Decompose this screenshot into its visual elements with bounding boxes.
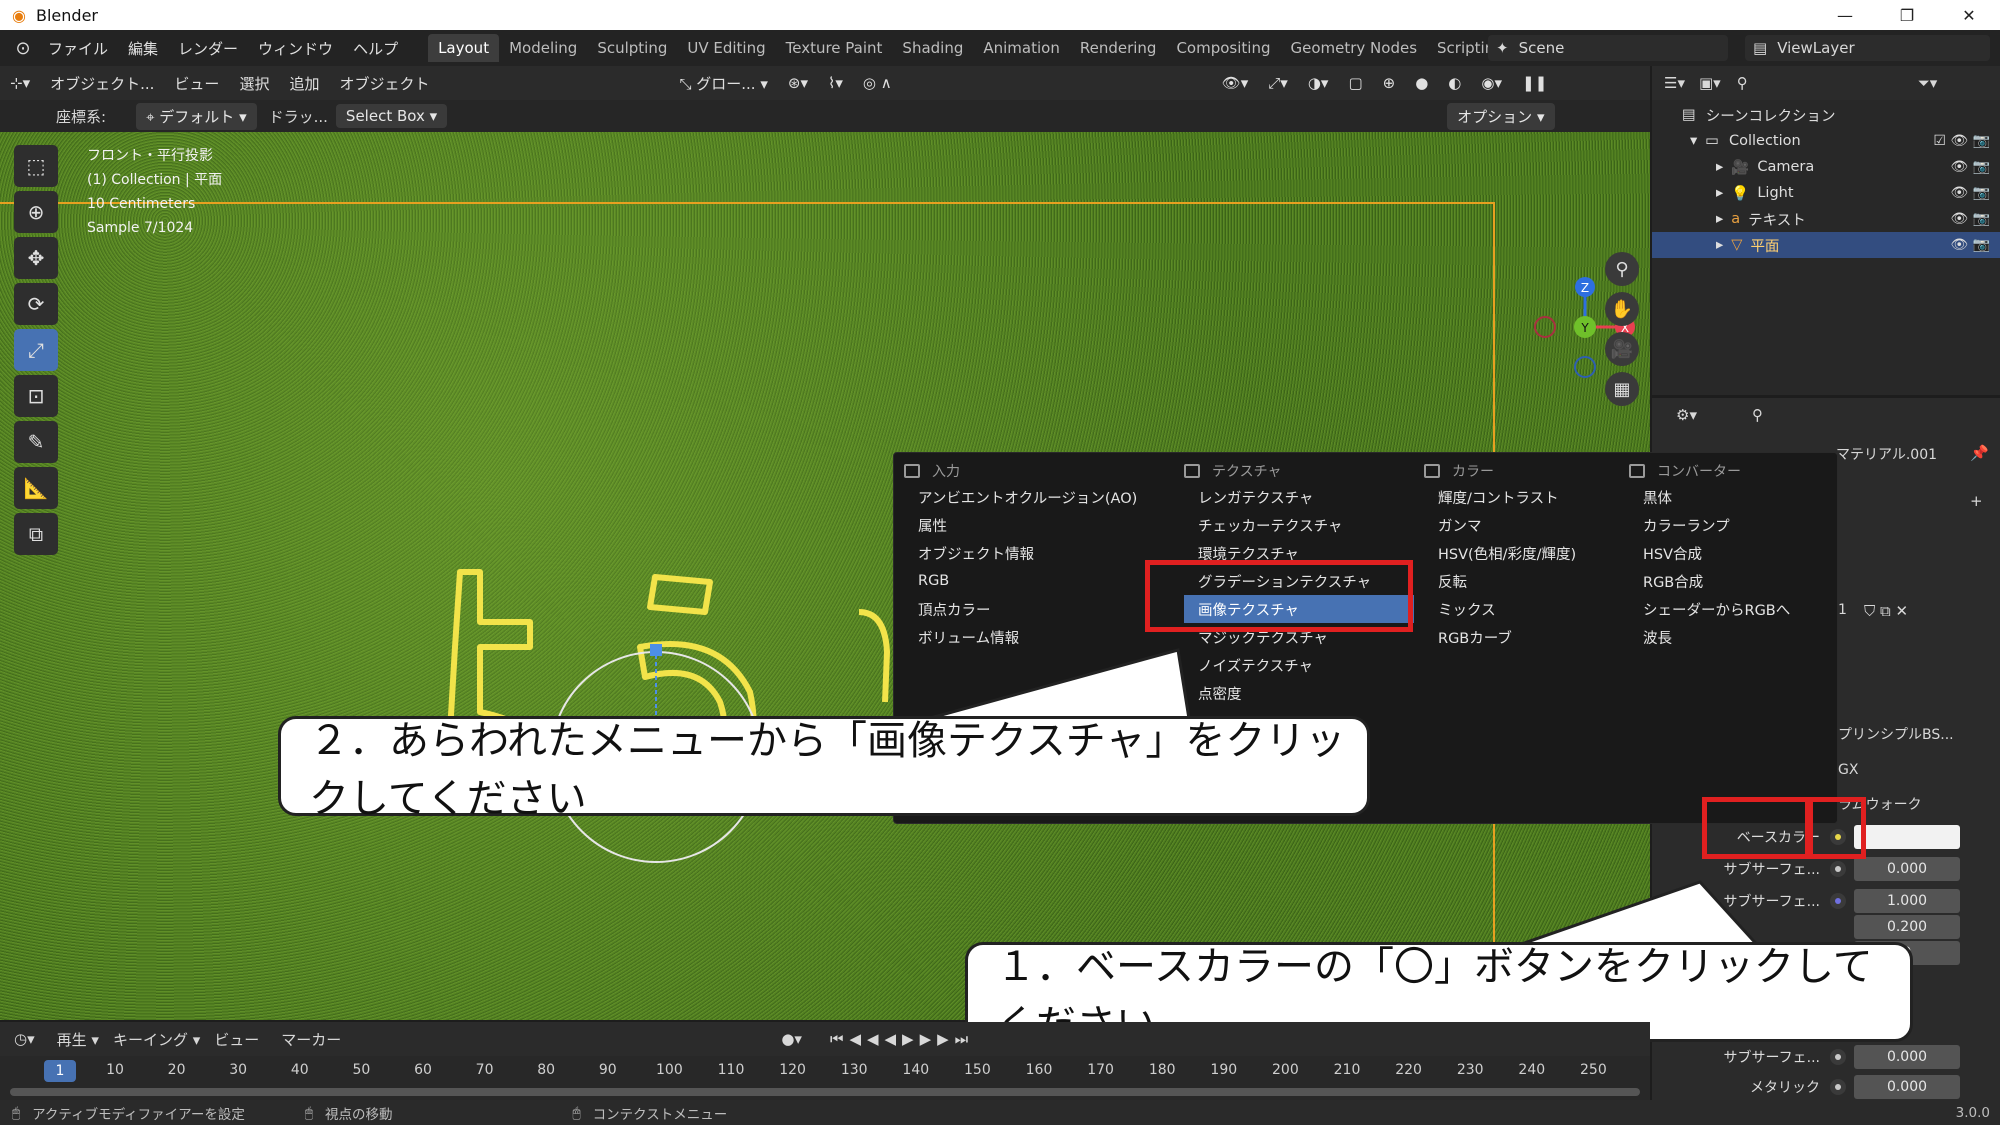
timeline-tick-label: 40 [290, 1062, 309, 1078]
timeline-tick-label: 80 [537, 1062, 556, 1078]
timeline-tick-label: 250 [1580, 1062, 1607, 1078]
timeline-tick-label: 20 [167, 1062, 186, 1078]
timeline-header: ◷▾ 再生 ▾ キーイング ▾ ビュー マーカー ●▾ ⏮◀◀◀▶▶▶⏭ [0, 1022, 1650, 1056]
menu-marker[interactable]: マーカー [281, 1029, 341, 1050]
timeline-tick-label: 30 [229, 1062, 248, 1078]
timeline-tick-label: 60 [414, 1062, 432, 1078]
current-frame-indicator[interactable]: 1 [44, 1060, 76, 1082]
timeline-tick-label: 110 [717, 1062, 745, 1078]
timeline-ruler[interactable]: 1 10 20 30 40 50 60 70 80 90 100 110 120 130 140 150 16… [0, 1056, 1650, 1100]
status-bar: 🖱 アクティブモディファイアーを設定 🖱 視点の移動 🖱 コンテクストメニュー … [0, 1100, 2000, 1125]
menu-keying[interactable]: キーイング ▾ [113, 1029, 200, 1050]
status-hint-right: コンテクストメニュー [592, 1106, 728, 1123]
timeline-tick-label: 170 [1087, 1062, 1114, 1078]
timeline-tick-label: 90 [598, 1062, 617, 1078]
timeline-tick-label: 100 [656, 1062, 683, 1078]
timeline-tick-label: 210 [1333, 1062, 1361, 1078]
timeline-tick-label: 120 [779, 1062, 806, 1078]
timeline-tick-label: 220 [1395, 1062, 1422, 1078]
mouse-left-icon: 🖱 [12, 1104, 21, 1121]
timeline-tick-label: 130 [840, 1062, 868, 1078]
timeline-tick-label: 190 [1210, 1062, 1238, 1078]
callout-step-2: ２．あらわれたメニューから「画像テクスチャ」をクリックしてください [278, 716, 1370, 822]
menu-playback[interactable]: 再生 ▾ [57, 1029, 99, 1050]
timeline-tick-label: 50 [352, 1062, 371, 1078]
timeline-tick-label: 160 [1025, 1062, 1053, 1078]
timeline-tick-label: 140 [902, 1062, 930, 1078]
timeline-scrollbar[interactable] [10, 1088, 1640, 1096]
status-hint-middle: 視点の移動 [324, 1106, 393, 1123]
timeline-tick-label: 230 [1456, 1062, 1484, 1078]
timeline-tick-label: 200 [1272, 1062, 1299, 1078]
status-hint-left: アクティブモディファイアーを設定 [32, 1106, 245, 1123]
timeline-tick-label: 240 [1518, 1062, 1546, 1078]
timeline-tick-label: 10 [106, 1062, 124, 1078]
record-icon[interactable]: ●▾ [781, 1030, 802, 1048]
version-label: 3.0.0 [1955, 1104, 1990, 1121]
menu-timeline-view[interactable]: ビュー [214, 1029, 259, 1050]
timeline-tick-label: 150 [964, 1062, 991, 1078]
mouse-middle-icon: 🖱 [304, 1104, 313, 1121]
mouse-right-icon: 🖱 [572, 1104, 581, 1121]
playback-controls[interactable]: ⏮◀◀◀▶▶▶⏭ [830, 1030, 974, 1048]
timeline-editor-icon[interactable]: ◷▾ [14, 1030, 35, 1048]
timeline-tick-label: 180 [1148, 1062, 1176, 1078]
timeline-tick-label: 70 [475, 1062, 494, 1078]
